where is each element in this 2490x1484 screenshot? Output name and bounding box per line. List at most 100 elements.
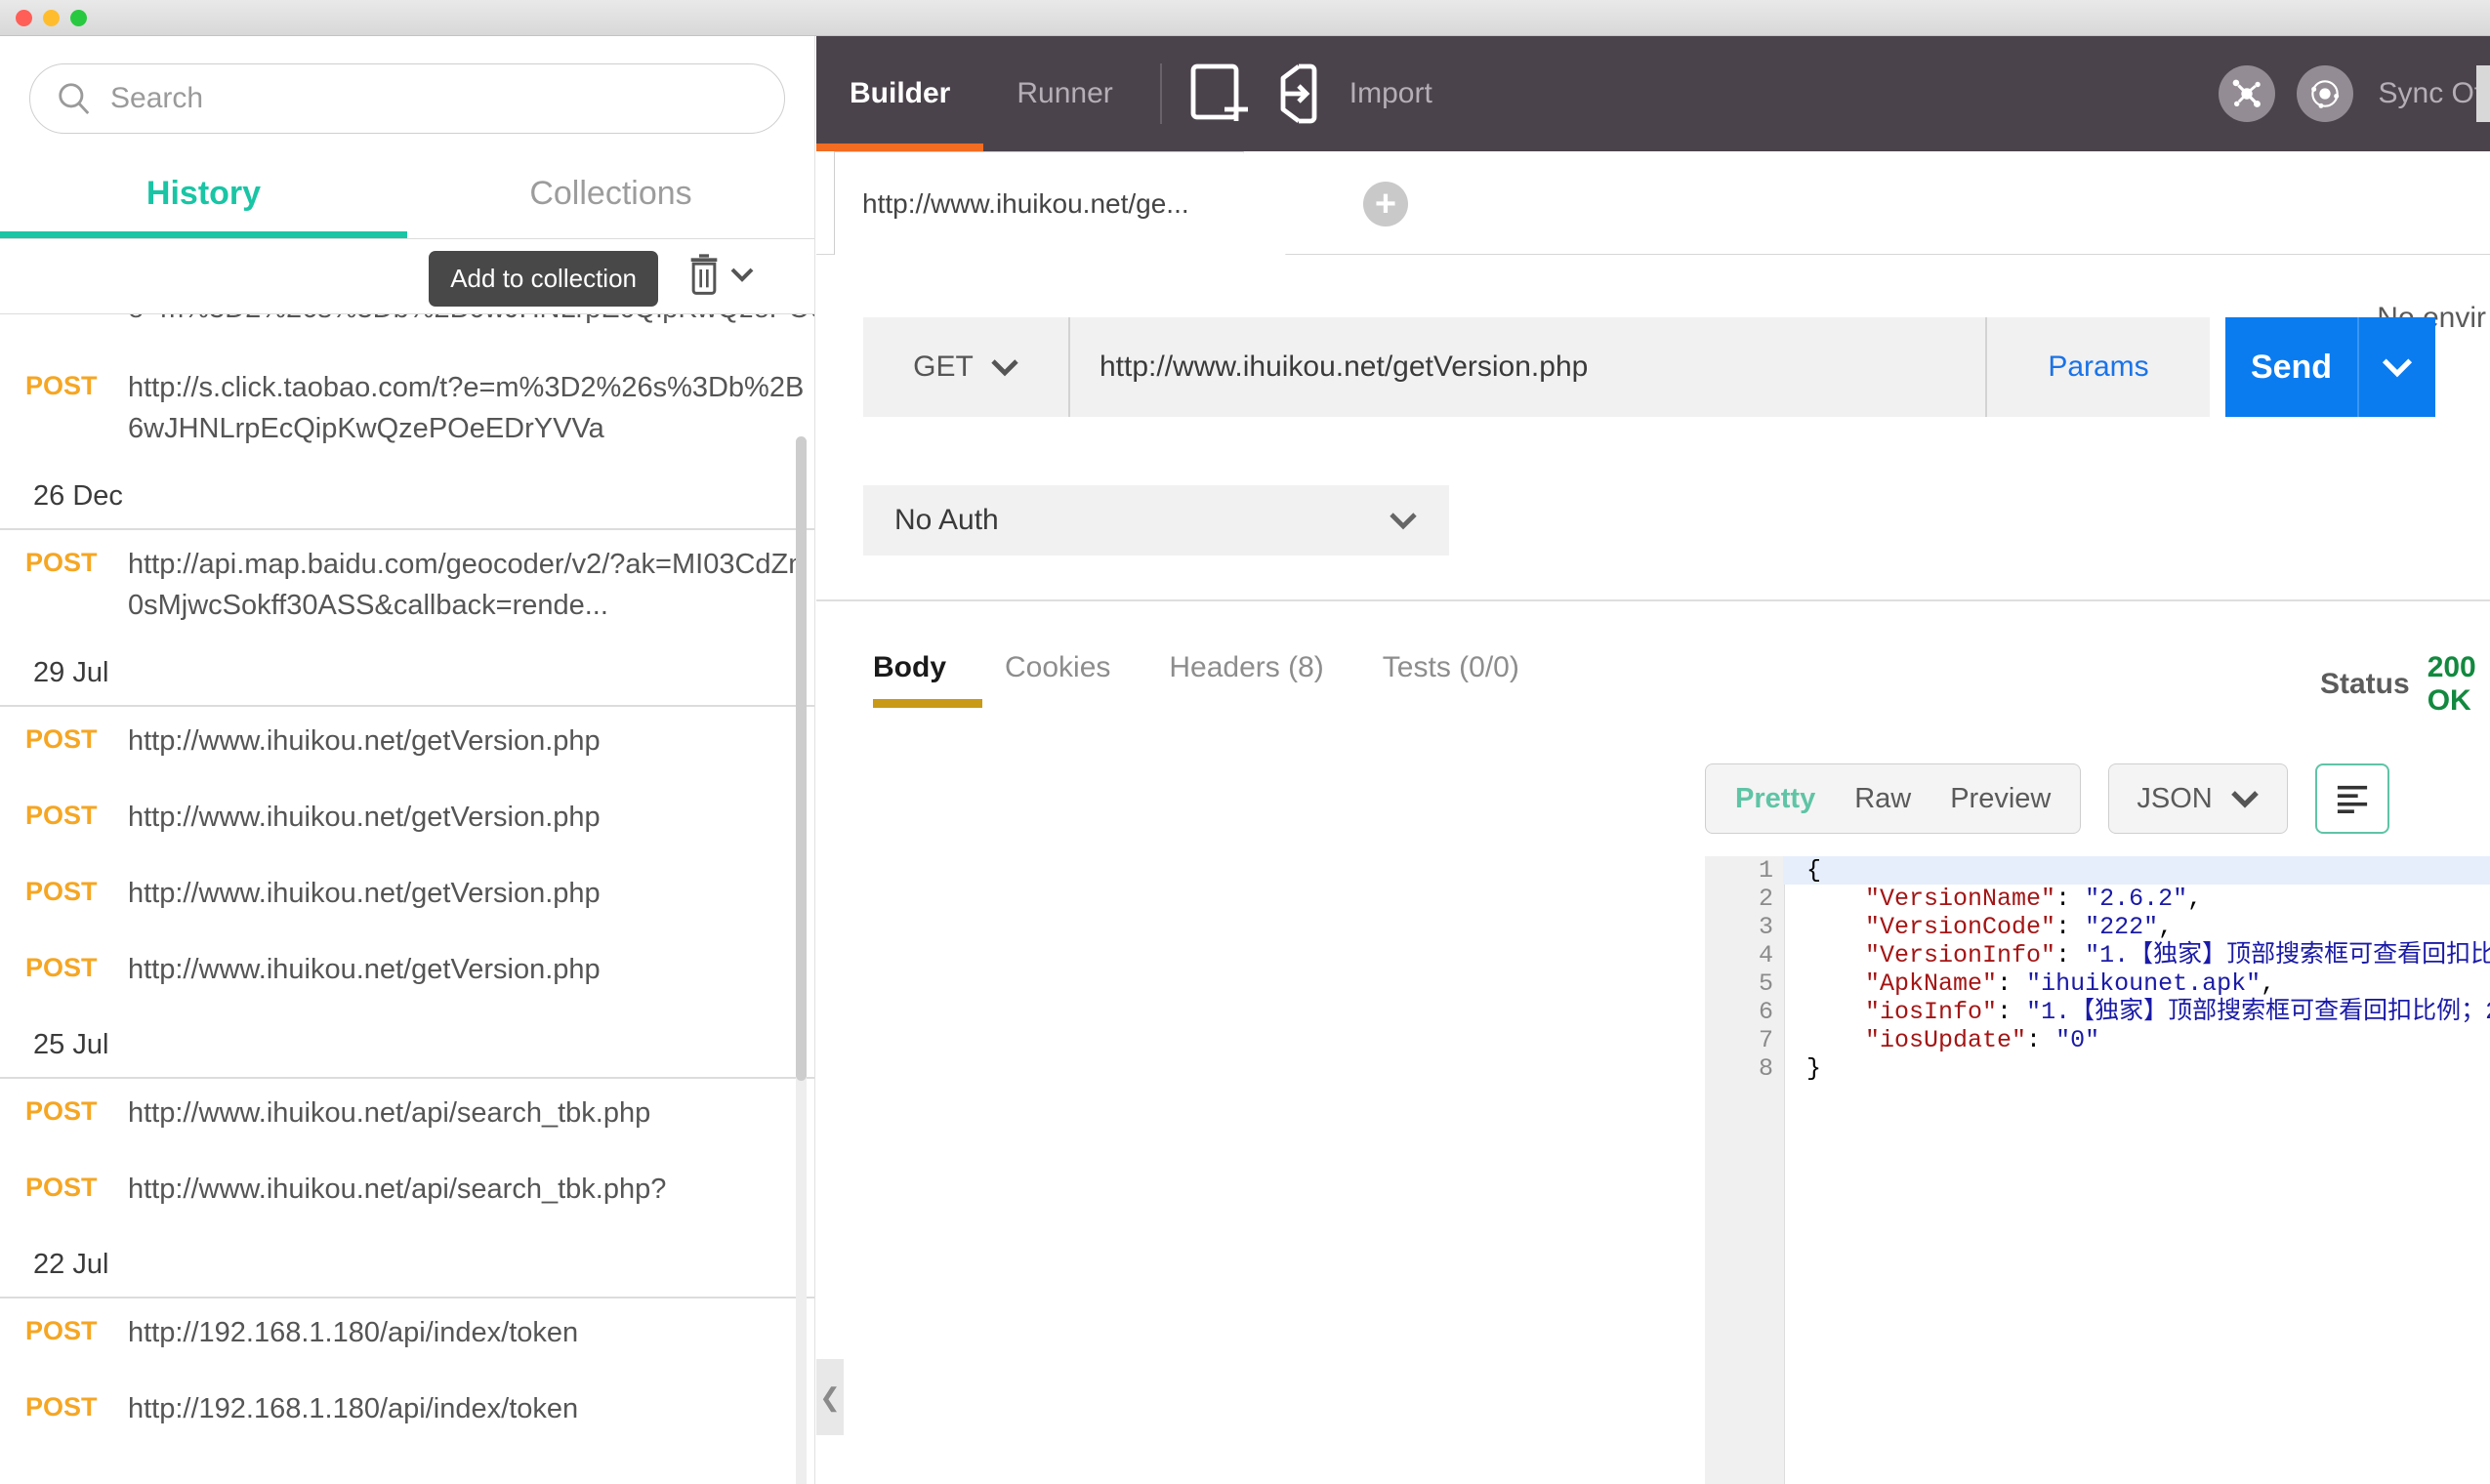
sidebar-tab-collections[interactable]: Collections — [407, 175, 814, 238]
history-item[interactable]: POST http://www.ihuikou.net/api/search_t… — [0, 1079, 814, 1155]
chevron-down-icon — [730, 268, 754, 282]
auth-type-value: No Auth — [894, 504, 999, 536]
view-mode-preview[interactable]: Preview — [1930, 783, 2070, 815]
sidebar-scrollbar-thumb[interactable] — [796, 436, 807, 1081]
history-item-method: POST — [25, 953, 98, 983]
network-button[interactable] — [2218, 65, 2275, 122]
history-item-method: POST — [25, 801, 98, 831]
response-tab-tests[interactable]: Tests (0/0) — [1353, 651, 1549, 708]
toolbar-tab-runner[interactable]: Runner — [983, 36, 1145, 151]
search-section — [0, 36, 814, 134]
add-request-tab-button[interactable]: + — [1363, 182, 1408, 227]
search-input[interactable] — [110, 77, 759, 120]
history-item-url: http://api.map.baidu.com/geocoder/v2/?ak… — [128, 549, 805, 622]
line-number: 8 — [1758, 1054, 1773, 1083]
line-number: 2 — [1758, 885, 1773, 913]
send-options-button[interactable] — [2357, 317, 2435, 417]
import-label[interactable]: Import — [1349, 77, 1432, 110]
params-button[interactable]: Params — [1985, 317, 2210, 417]
history-item-url: http://192.168.1.180/api/index/token — [128, 1393, 579, 1425]
history-item[interactable]: POST http://www.ihuikou.net/getVersion.p… — [0, 707, 814, 783]
code-token: "0" — [2055, 1026, 2100, 1054]
code-line: "iosUpdate": "0" — [1806, 1026, 2490, 1054]
history-item[interactable]: POST http://192.168.1.180/api/index/toke… — [0, 1298, 814, 1375]
sidebar: History Collections Add to collection — [0, 36, 815, 1484]
history-item-method: POST — [25, 724, 98, 755]
maximize-window-button[interactable] — [70, 10, 87, 26]
add-request-tab-label: + — [1374, 184, 1397, 225]
history-item[interactable]: POST http://www.ihuikou.net/getVersion.p… — [0, 935, 814, 1011]
history-clipped-url: e=m%3D2%26s%3Db%2B6wJHNLrpEcQipKwQzePOeE… — [128, 314, 814, 325]
line-number: 5 — [1758, 969, 1773, 998]
send-button[interactable]: Send — [2225, 317, 2357, 417]
minimize-window-button[interactable] — [43, 10, 60, 26]
response-tab-headers[interactable]: Headers (8) — [1140, 651, 1352, 708]
sidebar-scrollbar[interactable] — [796, 436, 807, 1484]
sync-button[interactable] — [2296, 65, 2353, 122]
collapse-sidebar-button[interactable]: ❮ — [816, 1359, 844, 1435]
request-url-field[interactable] — [1068, 317, 1985, 417]
history-item[interactable]: POST http://www.ihuikou.net/getVersion.p… — [0, 859, 814, 935]
history-item-method: POST — [25, 1316, 98, 1346]
response-tab-cookies[interactable]: Cookies — [975, 651, 1140, 708]
code-token: "1.【独家】顶部搜索框可查看回扣比例；2.多倍回扣券，享受额外回扣 （不定期发… — [2085, 941, 2490, 969]
history-clipped-row[interactable]: e=m%3D2%26s%3Db%2B6wJHNLrpEcQipKwQzePOeE… — [0, 314, 814, 353]
request-url-input[interactable] — [1100, 350, 1985, 384]
import-button[interactable] — [1267, 62, 1328, 125]
code-token: "1.【独家】顶部搜索框可查看回扣比例；2.多倍回扣券，享受额外回扣 （不定期发… — [2026, 998, 2490, 1026]
code-token: , — [2158, 913, 2174, 941]
sync-status-label: Sync Off — [2378, 77, 2490, 109]
history-item[interactable]: POST http://api.map.baidu.com/geocoder/v… — [0, 530, 814, 639]
sidebar-tab-history[interactable]: History — [0, 175, 407, 238]
line-number: 6 — [1758, 998, 1773, 1026]
code-token: , — [2261, 969, 2276, 998]
history-item[interactable]: POST http://www.ihuikou.net/getVersion.p… — [0, 783, 814, 859]
code-line: "VersionCode": "222", — [1806, 913, 2490, 941]
response-language-select[interactable]: JSON — [2108, 763, 2288, 834]
response-language-value: JSON — [2137, 782, 2213, 814]
response-line-numbers: 12345678 — [1705, 856, 1801, 1083]
sidebar-tab-indicator — [0, 231, 407, 238]
auth-type-select[interactable]: No Auth — [863, 485, 1449, 556]
line-number: 4 — [1758, 941, 1773, 969]
search-box[interactable] — [29, 63, 785, 134]
request-tab[interactable]: http://www.ihuikou.net/ge... — [834, 151, 1286, 256]
close-window-button[interactable] — [16, 10, 32, 26]
chevron-down-icon — [1390, 513, 1417, 530]
code-token: "ApkName" — [1865, 969, 1998, 998]
code-token: : — [1997, 969, 2027, 998]
code-token: "2.6.2" — [2085, 885, 2188, 913]
history-item[interactable]: POST http://www.ihuikou.net/api/search_t… — [0, 1155, 814, 1231]
add-to-collection-button[interactable]: Add to collection — [429, 251, 658, 307]
main-panel: Builder Runner Import Sync Off http://ww… — [816, 36, 2490, 1484]
wrap-lines-button[interactable] — [2314, 763, 2389, 834]
history-item[interactable]: POST http://192.168.1.180/api/index/toke… — [0, 1375, 814, 1451]
response-tab-body[interactable]: Body — [863, 651, 982, 708]
response-format-row: Pretty Raw Preview JSON — [1705, 763, 2389, 834]
history-item[interactable]: POST http://s.click.taobao.com/t?e=m%3D2… — [0, 353, 814, 463]
http-method-select[interactable]: GET — [863, 317, 1068, 417]
chevron-left-icon: ❮ — [819, 1381, 841, 1412]
response-body-code: { "VersionName": "2.6.2", "VersionCode":… — [1783, 856, 2490, 1484]
history-item-url: http://www.ihuikou.net/getVersion.php — [128, 802, 601, 834]
code-line: "VersionInfo": "1.【独家】顶部搜索框可查看回扣比例；2.多倍回… — [1806, 941, 2490, 969]
new-request-button[interactable] — [1189, 62, 1250, 125]
view-mode-raw[interactable]: Raw — [1835, 783, 1930, 815]
response-tabs: Body Cookies Headers (8) Tests (0/0) — [863, 651, 1549, 708]
toolbar-right-group: Sync Off — [2218, 65, 2490, 122]
clear-history-button[interactable] — [685, 253, 754, 296]
search-icon — [59, 83, 90, 115]
line-number: 3 — [1758, 913, 1773, 941]
response-body-viewer[interactable]: 12345678 { "VersionName": "2.6.2", "Vers… — [1705, 856, 2490, 1484]
history-item-url: http://www.ihuikou.net/api/search_tbk.ph… — [128, 1174, 667, 1206]
status-badge: 200 OK — [2427, 651, 2476, 717]
view-mode-pretty[interactable]: Pretty — [1716, 783, 1835, 815]
toolbar-edge-handle[interactable] — [2476, 65, 2490, 122]
history-date-header: 22 Jul — [33, 1249, 109, 1281]
toolbar-tab-builder[interactable]: Builder — [816, 36, 984, 151]
